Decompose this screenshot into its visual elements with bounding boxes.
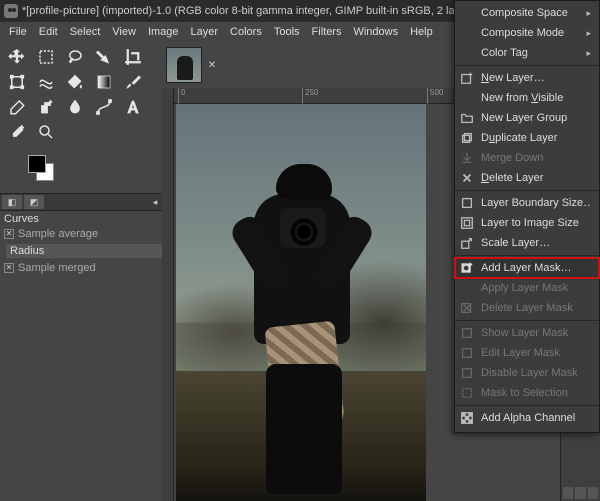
- menu-composite-mode[interactable]: Composite Mode▸: [455, 23, 599, 43]
- menu-disable-layer-mask: Disable Layer Mask: [455, 363, 599, 383]
- lasso-tool-icon[interactable]: [62, 46, 88, 68]
- fit-icon: [459, 215, 475, 231]
- menu-new-from-visible[interactable]: New from Visible: [455, 88, 599, 108]
- gradient-tool-icon[interactable]: [91, 71, 117, 93]
- menu-new-layer-group[interactable]: New Layer Group: [455, 108, 599, 128]
- menu-composite-space[interactable]: Composite Space▸: [455, 3, 599, 23]
- menu-edit-layer-mask: Edit Layer Mask: [455, 343, 599, 363]
- menu-layer[interactable]: Layer: [186, 24, 224, 40]
- menu-mask-to-selection: Mask to Selection: [455, 383, 599, 403]
- menu-add-layer-mask[interactable]: Add Layer Mask…: [455, 258, 599, 278]
- menu-windows[interactable]: Windows: [348, 24, 403, 40]
- checkbox-icon: [459, 325, 475, 341]
- move-tool-icon[interactable]: [4, 46, 30, 68]
- scale-icon: [459, 235, 475, 251]
- bucket-tool-icon[interactable]: [62, 71, 88, 93]
- add-mask-icon: [459, 260, 475, 276]
- dock-tabs: ◧ ◩ ◂: [0, 193, 162, 211]
- menu-delete-layer[interactable]: Delete Layer: [455, 168, 599, 188]
- sample-average-label: Sample average: [18, 228, 98, 240]
- path-tool-icon[interactable]: [91, 96, 117, 118]
- paintbrush-tool-icon[interactable]: [120, 71, 146, 93]
- menu-tools[interactable]: Tools: [269, 24, 305, 40]
- menu-color-tag[interactable]: Color Tag▸: [455, 43, 599, 63]
- warp-tool-icon[interactable]: [33, 71, 59, 93]
- sample-average-checkbox[interactable]: ✕: [4, 229, 14, 239]
- menu-layer-to-image-size[interactable]: Layer to Image Size: [455, 213, 599, 233]
- sample-merged-label: Sample merged: [18, 262, 96, 274]
- eraser-tool-icon[interactable]: [4, 96, 30, 118]
- menu-select[interactable]: Select: [65, 24, 106, 40]
- ruler-tick: 500: [427, 88, 443, 104]
- selection-icon: [459, 385, 475, 401]
- fuzzy-select-tool-icon[interactable]: [91, 46, 117, 68]
- layer-button[interactable]: [563, 487, 573, 499]
- boundary-icon: [459, 195, 475, 211]
- zoom-tool-icon[interactable]: [33, 121, 59, 143]
- crop-tool-icon[interactable]: [120, 46, 146, 68]
- radius-label: Radius: [10, 245, 44, 257]
- new-layer-icon: [459, 70, 475, 86]
- merge-down-icon: [459, 150, 475, 166]
- menu-delete-layer-mask: Delete Layer Mask: [455, 298, 599, 318]
- ruler-tick: 250: [302, 88, 318, 104]
- menu-help[interactable]: Help: [405, 24, 438, 40]
- layer-button[interactable]: [588, 487, 598, 499]
- dock-menu-icon[interactable]: ◂: [148, 195, 162, 209]
- menu-layer-boundary-size[interactable]: Layer Boundary Size…: [455, 193, 599, 213]
- delete-mask-icon: [459, 300, 475, 316]
- menu-apply-layer-mask: Apply Layer Mask: [455, 278, 599, 298]
- ruler-vertical[interactable]: [162, 88, 174, 501]
- folder-icon: [459, 110, 475, 126]
- dock-tab-1[interactable]: ◧: [2, 195, 22, 209]
- transform-tool-icon[interactable]: [4, 71, 30, 93]
- app-icon: [4, 4, 18, 18]
- alpha-icon: [459, 410, 475, 426]
- menu-new-layer[interactable]: New Layer…: [455, 68, 599, 88]
- color-swatches[interactable]: [28, 155, 58, 183]
- layer-button[interactable]: [575, 487, 585, 499]
- layer-context-menu: Composite Space▸ Composite Mode▸ Color T…: [454, 0, 600, 433]
- delete-icon: [459, 170, 475, 186]
- panel-title: Curves: [0, 211, 162, 227]
- image-tab-thumbnail[interactable]: [166, 47, 202, 83]
- menu-add-alpha-channel[interactable]: Add Alpha Channel: [455, 408, 599, 428]
- menu-edit[interactable]: Edit: [34, 24, 63, 40]
- checkbox-icon: [459, 345, 475, 361]
- ruler-tick: 0: [178, 88, 185, 104]
- left-dock: ◧ ◩ ◂ Curves ✕ Sample average Radius ▲ ▼: [0, 42, 162, 501]
- rect-select-tool-icon[interactable]: [33, 46, 59, 68]
- menu-merge-down: Merge Down: [455, 148, 599, 168]
- clone-tool-icon[interactable]: [33, 96, 59, 118]
- text-tool-icon[interactable]: [120, 96, 146, 118]
- menu-colors[interactable]: Colors: [225, 24, 267, 40]
- menu-view[interactable]: View: [107, 24, 141, 40]
- color-picker-tool-icon[interactable]: [4, 121, 30, 143]
- menu-filters[interactable]: Filters: [307, 24, 347, 40]
- duplicate-icon: [459, 130, 475, 146]
- menu-image[interactable]: Image: [143, 24, 184, 40]
- menu-duplicate-layer[interactable]: Duplicate Layer: [455, 128, 599, 148]
- smudge-tool-icon[interactable]: [62, 96, 88, 118]
- window-title: *[profile-picture] (imported)-1.0 (RGB c…: [22, 5, 505, 17]
- dock-tab-2[interactable]: ◩: [24, 195, 44, 209]
- toolbox: [0, 42, 162, 149]
- menu-show-layer-mask: Show Layer Mask: [455, 323, 599, 343]
- canvas-image: [176, 104, 426, 501]
- sample-merged-checkbox[interactable]: ✕: [4, 263, 14, 273]
- fg-color-swatch[interactable]: [28, 155, 46, 173]
- menu-scale-layer[interactable]: Scale Layer…: [455, 233, 599, 253]
- checkbox-icon: [459, 365, 475, 381]
- image-tab-close-icon[interactable]: ✕: [206, 59, 218, 71]
- menu-file[interactable]: File: [4, 24, 32, 40]
